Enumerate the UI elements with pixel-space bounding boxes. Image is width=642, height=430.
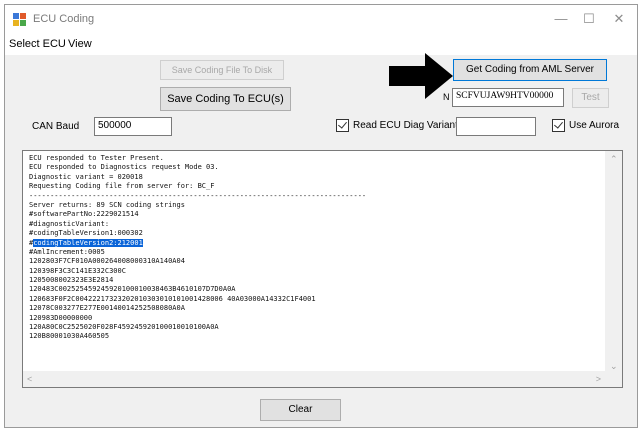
- app-icon: [13, 13, 27, 26]
- vertical-scrollbar[interactable]: ⌃ ⌄: [605, 151, 622, 373]
- selected-text: codingTableVersion2:212001: [33, 238, 143, 247]
- vin-label: N: [443, 92, 450, 102]
- get-coding-button[interactable]: Get Coding from AML Server: [453, 59, 607, 81]
- log-line: #AmlIncrement:0005: [29, 247, 105, 256]
- log-line: 120483C002525459245920100010038463B46101…: [29, 285, 236, 294]
- log-line-selected: #codingTableVersion2:212001: [29, 238, 599, 248]
- menu-select-ecu[interactable]: Select ECU: [9, 38, 66, 50]
- log-line: ECU responded to Diagnostics request Mod…: [29, 163, 219, 172]
- can-baud-label: CAN Baud: [32, 121, 80, 132]
- checkmark-icon: [338, 119, 347, 129]
- log-line: 120983D00000000: [29, 313, 93, 322]
- vin-field[interactable]: SCFVUJAW9HTV00000: [452, 88, 564, 107]
- log-line: #diagnosticVariant:: [29, 219, 110, 228]
- test-button[interactable]: Test: [572, 88, 609, 108]
- use-aurora-checkbox[interactable]: [552, 119, 565, 132]
- read-ecu-diag-label: Read ECU Diag Variant: [353, 120, 458, 131]
- can-baud-field[interactable]: 500000: [94, 117, 172, 136]
- log-line: #softwarePartNo:2229021514: [29, 210, 139, 219]
- log-line: ----------------------------------------…: [29, 191, 367, 200]
- log-lines: ECU responded to Tester Present. ECU res…: [29, 154, 599, 342]
- title-bar[interactable]: ECU Coding — ☐ ✕: [5, 5, 637, 35]
- log-line: 1205008002323E3E2814: [29, 276, 114, 285]
- log-line: ECU responded to Tester Present.: [29, 154, 164, 162]
- checkmark-icon: [554, 119, 563, 129]
- save-to-disk-button[interactable]: Save Coding File To Disk: [160, 60, 284, 80]
- close-icon[interactable]: ✕: [605, 8, 633, 30]
- log-line: 1202803F7CF010A000264008000310A140A04: [29, 257, 185, 266]
- log-line: Diagnostic variant = 020018: [29, 172, 143, 181]
- diag-variant-field[interactable]: [456, 117, 536, 136]
- scroll-corner: [605, 371, 622, 387]
- scroll-left-icon[interactable]: <: [27, 374, 32, 384]
- log-line: Requesting Coding file from server for: …: [29, 182, 215, 191]
- read-ecu-diag-checkbox[interactable]: [336, 119, 349, 132]
- minimize-icon[interactable]: —: [547, 8, 575, 30]
- scroll-down-icon[interactable]: ⌄: [610, 361, 618, 371]
- log-line: #codingTableVersion1:000302: [29, 229, 143, 238]
- scroll-up-icon[interactable]: ⌃: [610, 154, 618, 164]
- maximize-icon[interactable]: ☐: [575, 8, 603, 30]
- clear-button[interactable]: Clear: [260, 399, 341, 421]
- log-line: 120A80C0C2525020F028F4592459201000100101…: [29, 323, 219, 332]
- save-to-ecu-button[interactable]: Save Coding To ECU(s): [160, 87, 291, 111]
- log-line: 120398F3C3C141E332C300C: [29, 266, 126, 275]
- log-line: 12078C003277E277E00140014252508080A0A: [29, 304, 185, 313]
- menu-bar: Select ECU View: [5, 35, 637, 55]
- use-aurora-label: Use Aurora: [569, 120, 620, 131]
- scroll-right-icon[interactable]: >: [596, 374, 601, 384]
- ecu-coding-window: ECU Coding — ☐ ✕ Select ECU View Save Co…: [4, 4, 638, 428]
- horizontal-scrollbar[interactable]: < >: [23, 371, 607, 387]
- menu-view[interactable]: View: [68, 38, 92, 50]
- log-line: 120B80001030A460505: [29, 332, 110, 341]
- log-textbox[interactable]: ECU responded to Tester Present. ECU res…: [22, 150, 623, 388]
- window-title: ECU Coding: [33, 13, 95, 25]
- log-line: 120683F0F2C00422217323202010303010101001…: [29, 294, 316, 303]
- log-line: Server returns: 89 SCN coding strings: [29, 200, 185, 209]
